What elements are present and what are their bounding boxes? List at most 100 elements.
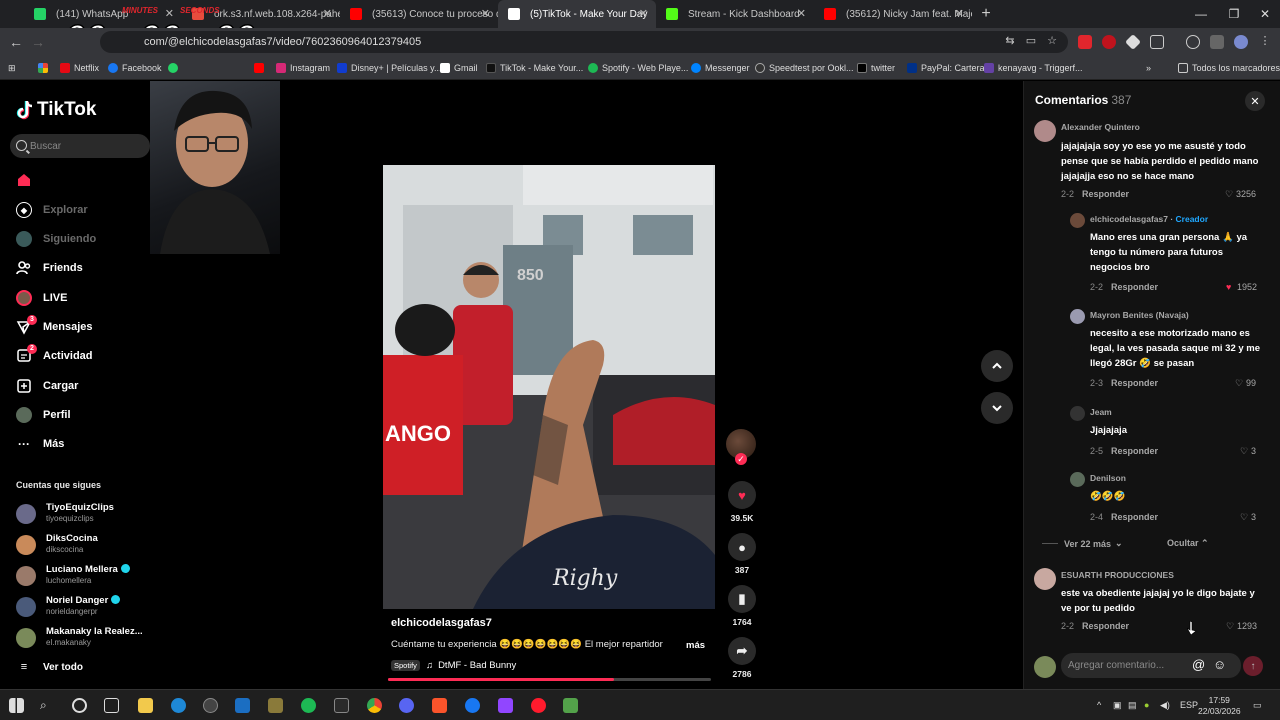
sidebar-item-explore[interactable]: ◆ Explorar bbox=[16, 200, 88, 220]
avatar[interactable] bbox=[1034, 568, 1056, 590]
brave-icon[interactable] bbox=[432, 698, 447, 713]
browser-tab[interactable]: (35612) Nicky Jam feat. Majestad✕ bbox=[814, 0, 972, 28]
bookmark-star-icon[interactable]: ☆ bbox=[1045, 33, 1059, 47]
sidebar-item-activity[interactable]: 2 Actividad bbox=[16, 344, 93, 366]
previous-video-button[interactable] bbox=[981, 350, 1013, 382]
sidebar-item-home[interactable] bbox=[16, 170, 43, 190]
tray-app-icon[interactable]: ▤ bbox=[1128, 700, 1137, 711]
avatar[interactable] bbox=[1070, 406, 1085, 421]
search-icon[interactable]: ⌕ bbox=[40, 698, 55, 713]
close-window-button[interactable]: ✕ bbox=[1248, 0, 1280, 28]
system-clock[interactable]: 17:59 22/03/2026 bbox=[1198, 695, 1241, 717]
profile-avatar-icon[interactable] bbox=[1234, 35, 1248, 49]
bookmark-paypal[interactable]: PayPal: Cartera bbox=[907, 60, 985, 76]
avatar[interactable] bbox=[1070, 309, 1085, 324]
chrome-icon[interactable] bbox=[367, 698, 382, 713]
sidebar-item-profile[interactable]: Perfil bbox=[16, 405, 71, 425]
sidebar-item-friends[interactable]: Friends bbox=[16, 258, 83, 278]
translate-icon[interactable]: ⇆ bbox=[1003, 33, 1017, 47]
spotify-icon[interactable] bbox=[301, 698, 316, 713]
adblock-icon[interactable] bbox=[1078, 35, 1092, 49]
bookmark-disney[interactable]: Disney+ | Películas y... bbox=[337, 60, 441, 76]
windows-start-icon[interactable] bbox=[9, 698, 24, 713]
opera-icon[interactable] bbox=[531, 698, 546, 713]
sidebar-item-following[interactable]: Siguiendo bbox=[16, 229, 96, 249]
media-icon[interactable] bbox=[1210, 35, 1224, 49]
close-icon[interactable]: ✕ bbox=[639, 7, 648, 20]
bookmark-whatsapp[interactable] bbox=[168, 60, 182, 76]
extension-icon[interactable] bbox=[1125, 34, 1141, 50]
bookmark-youtube[interactable] bbox=[254, 60, 268, 76]
volume-icon[interactable]: ◀) bbox=[1160, 700, 1170, 711]
hide-replies[interactable]: Ocultar ⌃ bbox=[1167, 538, 1209, 549]
sidebar-item-more[interactable]: ··· Más bbox=[16, 434, 64, 454]
app-icon[interactable] bbox=[563, 698, 578, 713]
mention-icon[interactable]: @ bbox=[1192, 657, 1205, 672]
cast-icon[interactable]: ▭ bbox=[1024, 33, 1038, 47]
comment-like[interactable]: ♥ 1952 bbox=[1226, 282, 1257, 292]
browser-tab-active[interactable]: (5)TikTok - Make Your Day ✕ bbox=[498, 0, 656, 28]
browser-tab[interactable]: Stream - Kick Dashboard ✕ bbox=[656, 0, 814, 28]
obs-icon[interactable] bbox=[203, 698, 218, 713]
browser-tab[interactable]: (35613) Conoce tu proceso de ✕ bbox=[340, 0, 498, 28]
discord-icon[interactable] bbox=[399, 698, 414, 713]
extension-icon[interactable] bbox=[1102, 35, 1116, 49]
video-player[interactable]: 850 ANGO Righy bbox=[383, 165, 715, 609]
follow-plus-icon[interactable]: ✓ bbox=[735, 453, 747, 465]
next-video-button[interactable] bbox=[981, 392, 1013, 424]
avatar[interactable] bbox=[1034, 120, 1056, 142]
comment-like[interactable]: ♡ 3 bbox=[1240, 446, 1256, 457]
reply-button[interactable]: Responder bbox=[1111, 446, 1158, 456]
avatar[interactable] bbox=[1070, 472, 1085, 487]
search-input[interactable]: Buscar bbox=[10, 134, 150, 158]
sidebar-item-upload[interactable]: Cargar bbox=[16, 376, 78, 396]
bookmark-twitter[interactable]: twitter bbox=[857, 60, 895, 76]
tray-app-icon[interactable]: ● bbox=[1144, 700, 1149, 710]
bookmark-facebook[interactable]: Facebook bbox=[108, 60, 162, 76]
twitch-icon[interactable] bbox=[498, 698, 513, 713]
save-action[interactable]: ▮ 1764 bbox=[727, 585, 757, 627]
forward-button[interactable]: → bbox=[28, 32, 48, 52]
cortana-icon[interactable] bbox=[72, 698, 87, 713]
facebook-icon[interactable] bbox=[465, 698, 480, 713]
notifications-icon[interactable]: ▭ bbox=[1253, 700, 1262, 711]
video-progress-bar[interactable] bbox=[388, 678, 711, 681]
view-more-replies[interactable]: Ver 22 más ⌄ bbox=[1042, 538, 1123, 549]
apps-grid-icon[interactable]: ⊞ bbox=[8, 60, 16, 76]
bookmark-instagram[interactable]: Instagram bbox=[276, 60, 330, 76]
new-tab-button[interactable]: + bbox=[972, 0, 1000, 28]
maximize-button[interactable]: ❐ bbox=[1217, 0, 1251, 28]
tray-app-icon[interactable]: ▣ bbox=[1113, 700, 1122, 711]
more-link[interactable]: más bbox=[686, 640, 705, 651]
all-bookmarks-folder[interactable]: Todos los marcadores bbox=[1178, 60, 1280, 76]
steam-icon[interactable] bbox=[235, 698, 250, 713]
like-action[interactable]: ♥ 39.5K bbox=[727, 481, 757, 523]
epic-games-icon[interactable] bbox=[334, 698, 349, 713]
comment-like[interactable]: ♡ 99 bbox=[1235, 378, 1256, 389]
bookmark-google[interactable] bbox=[38, 60, 52, 76]
bookmark-netflix[interactable]: Netflix bbox=[60, 60, 99, 76]
reply-button[interactable]: Responder bbox=[1082, 189, 1129, 199]
task-view-icon[interactable] bbox=[104, 698, 119, 713]
close-comments-button[interactable]: ✕ bbox=[1245, 91, 1265, 111]
close-icon[interactable]: ✕ bbox=[955, 7, 964, 20]
avatar[interactable] bbox=[1070, 213, 1085, 228]
tray-overflow-icon[interactable]: ^ bbox=[1097, 700, 1101, 710]
bookmark-messenger[interactable]: Messenger bbox=[691, 60, 750, 76]
comment-like[interactable]: ♡ 1293 bbox=[1226, 621, 1257, 632]
sidebar-item-messages[interactable]: 3 Mensajes bbox=[16, 315, 93, 337]
app-icon[interactable] bbox=[268, 698, 283, 713]
video-author[interactable]: elchicodelasgafas7 bbox=[391, 617, 492, 629]
address-bar[interactable]: com/@elchicodelasgafas7/video/7602360964… bbox=[100, 31, 1068, 53]
extensions-puzzle-icon[interactable] bbox=[1150, 35, 1164, 49]
bookmark-triggerfyre[interactable]: kenayavg - Triggerf... bbox=[984, 60, 1083, 76]
sidebar-item-live[interactable]: LIVE bbox=[16, 288, 67, 308]
share-action[interactable]: ➦ 2786 bbox=[727, 637, 757, 679]
comment-action[interactable]: ● 387 bbox=[727, 533, 757, 575]
minimize-button[interactable]: — bbox=[1184, 0, 1218, 28]
reply-button[interactable]: Responder bbox=[1082, 621, 1129, 631]
comment-like[interactable]: ♡ 3 bbox=[1240, 512, 1256, 523]
back-button[interactable]: ← bbox=[6, 32, 26, 52]
reply-button[interactable]: Responder bbox=[1111, 512, 1158, 522]
comment-like[interactable]: ♡ 3256 bbox=[1225, 189, 1256, 200]
